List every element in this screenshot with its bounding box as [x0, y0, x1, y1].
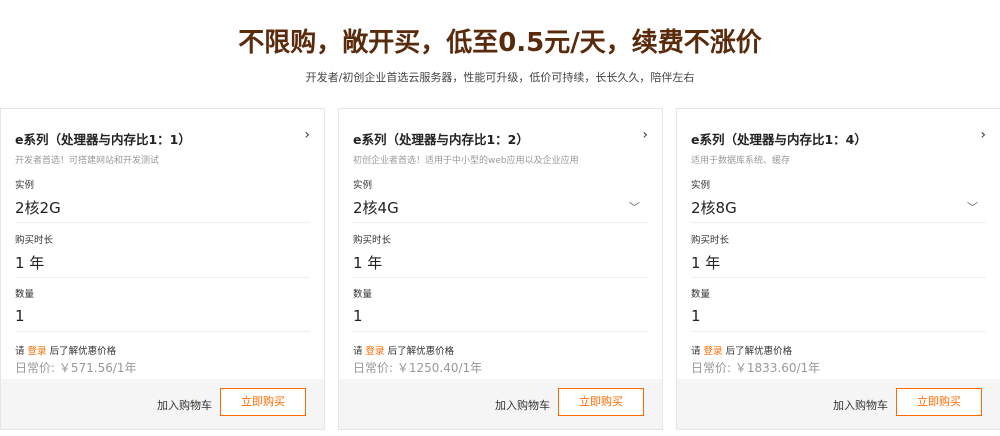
chevron-right-icon[interactable]: › [980, 127, 986, 143]
duration-value: 1 年 [353, 254, 383, 272]
add-to-cart-button[interactable]: 加入购物车 [157, 397, 212, 413]
instance-select[interactable]: 2核4G ﹀ [353, 197, 648, 223]
chevron-right-icon[interactable]: › [642, 127, 648, 143]
card-title: e系列（处理器与内存比1：4） [691, 132, 867, 147]
instance-value: 2核4G [353, 199, 399, 217]
login-suffix: 后了解优惠价格 [49, 346, 117, 357]
card-footer: 加入购物车 立即购买 [1, 379, 324, 429]
chevron-down-icon: ﹀ [967, 201, 978, 214]
duration-select[interactable]: 1 年 [353, 252, 648, 278]
daily-price: 日常价: ￥1833.60/1年 [691, 361, 821, 375]
duration-label: 购买时长 [353, 235, 392, 246]
daily-price: 日常价: ￥571.56/1年 [15, 361, 137, 375]
card-footer: 加入购物车 立即购买 [677, 379, 1000, 429]
instance-field: 实例 2核2G [15, 177, 310, 223]
instance-label: 实例 [15, 180, 35, 191]
add-to-cart-button[interactable]: 加入购物车 [833, 397, 888, 413]
duration-select[interactable]: 1 年 [691, 252, 986, 278]
card-description: 适用于数据库系统、缓存 [691, 156, 791, 166]
quantity-value: 1 [15, 307, 25, 325]
quantity-label: 数量 [15, 289, 35, 300]
instance-label: 实例 [691, 180, 711, 191]
duration-select[interactable]: 1 年 [15, 252, 310, 278]
duration-field: 购买时长 1 年 [15, 232, 310, 278]
login-prefix: 请 [691, 346, 701, 357]
instance-value: 2核8G [691, 199, 737, 217]
login-prefix: 请 [15, 346, 25, 357]
card-title: e系列（处理器与内存比1：1） [15, 132, 191, 147]
duration-label: 购买时长 [15, 235, 54, 246]
quantity-field: 数量 1 [353, 286, 648, 332]
card-header[interactable]: e系列（处理器与内存比1：2） 初创企业者首选！适用于中小型的web应用以及企业… [353, 127, 648, 166]
login-suffix: 后了解优惠价格 [725, 346, 793, 357]
instance-label: 实例 [353, 180, 373, 191]
login-prefix: 请 [353, 346, 363, 357]
card-description: 开发者首选！可搭建网站和开发测试 [15, 156, 160, 166]
duration-value: 1 年 [15, 254, 45, 272]
card-header[interactable]: e系列（处理器与内存比1：1） 开发者首选！可搭建网站和开发测试 › [15, 127, 310, 166]
instance-value: 2核2G [15, 199, 61, 217]
product-cards: e系列（处理器与内存比1：1） 开发者首选！可搭建网站和开发测试 › 实例 2核… [0, 108, 1000, 436]
duration-field: 购买时长 1 年 [691, 232, 986, 278]
quantity-label: 数量 [691, 289, 711, 300]
buy-now-button[interactable]: 立即购买 [896, 388, 982, 416]
login-suffix: 后了解优惠价格 [387, 346, 455, 357]
add-to-cart-button[interactable]: 加入购物车 [495, 397, 550, 413]
chevron-down-icon: ﹀ [629, 201, 640, 214]
duration-field: 购买时长 1 年 [353, 232, 648, 278]
card-header[interactable]: e系列（处理器与内存比1：4） 适用于数据库系统、缓存 › [691, 127, 986, 166]
login-link[interactable]: 登录 [366, 346, 385, 357]
chevron-right-icon[interactable]: › [304, 127, 310, 143]
page-title: 不限购，敞开买，低至0.5元/天，续费不涨价 [238, 28, 762, 58]
quantity-input[interactable]: 1 [691, 306, 986, 332]
login-hint: 请 登录 后了解优惠价格 [15, 343, 116, 357]
login-link[interactable]: 登录 [28, 346, 47, 357]
login-hint: 请 登录 后了解优惠价格 [691, 343, 792, 357]
card-footer: 加入购物车 立即购买 [339, 379, 662, 429]
card-description: 初创企业者首选！适用于中小型的web应用以及企业应用 [353, 156, 579, 166]
login-hint: 请 登录 后了解优惠价格 [353, 343, 454, 357]
quantity-value: 1 [353, 307, 363, 325]
quantity-input[interactable]: 1 [353, 306, 648, 332]
product-card-2: e系列（处理器与内存比1：2） 初创企业者首选！适用于中小型的web应用以及企业… [338, 108, 663, 430]
page-subtitle: 开发者/初创企业首选云服务器，性能可升级，低价可持续，长长久久，陪伴左右 [305, 71, 695, 84]
daily-price: 日常价: ￥1250.40/1年 [353, 361, 483, 375]
quantity-field: 数量 1 [691, 286, 986, 332]
quantity-value: 1 [691, 307, 701, 325]
duration-label: 购买时长 [691, 235, 730, 246]
quantity-label: 数量 [353, 289, 373, 300]
quantity-field: 数量 1 [15, 286, 310, 332]
instance-select: 2核2G [15, 197, 310, 223]
instance-field: 实例 2核4G ﹀ [353, 177, 648, 223]
card-title: e系列（处理器与内存比1：2） [353, 132, 529, 147]
instance-field: 实例 2核8G ﹀ [691, 177, 986, 223]
duration-value: 1 年 [691, 254, 721, 272]
quantity-input[interactable]: 1 [15, 306, 310, 332]
product-card-3: e系列（处理器与内存比1：4） 适用于数据库系统、缓存 › 实例 2核8G ﹀ … [676, 108, 1000, 430]
instance-select[interactable]: 2核8G ﹀ [691, 197, 986, 223]
product-card-1: e系列（处理器与内存比1：1） 开发者首选！可搭建网站和开发测试 › 实例 2核… [0, 108, 325, 430]
buy-now-button[interactable]: 立即购买 [220, 388, 306, 416]
login-link[interactable]: 登录 [704, 346, 723, 357]
buy-now-button[interactable]: 立即购买 [558, 388, 644, 416]
